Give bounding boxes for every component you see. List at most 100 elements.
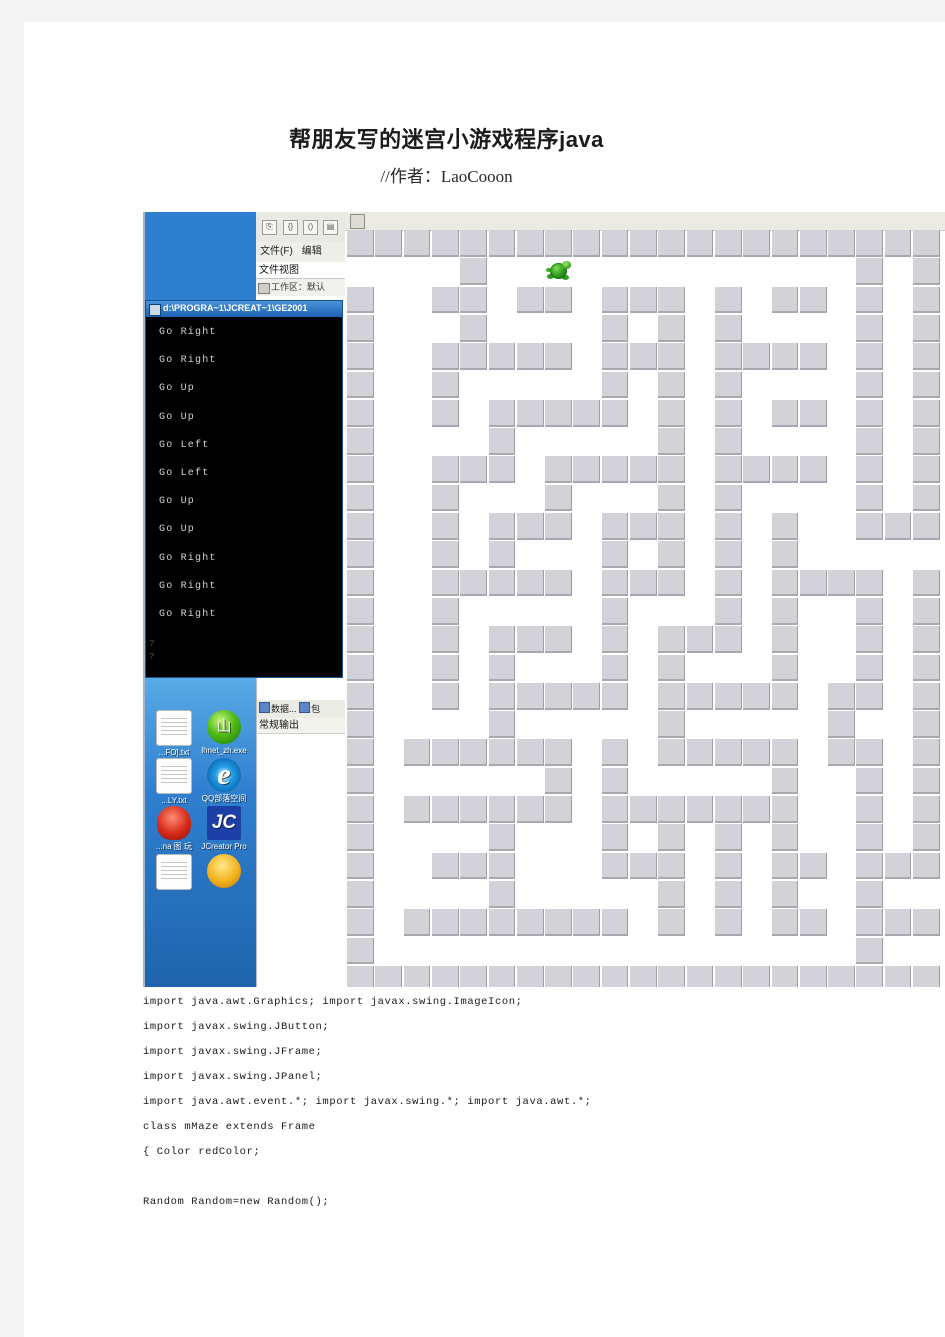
- console-line: Go Right: [159, 552, 217, 564]
- desktop-icon[interactable]: JCreator Pro: [195, 806, 253, 851]
- maze-wall-cell: [545, 909, 572, 936]
- maze-wall-cell: [913, 399, 940, 427]
- maze-wall-cell: [658, 428, 686, 455]
- maze-wall-cell: [686, 682, 714, 710]
- maze-wall-cell: [714, 456, 742, 484]
- maze-wall-cell: [601, 965, 629, 987]
- turtle-sprite[interactable]: [546, 260, 572, 284]
- menu-item-file[interactable]: 文件(F): [260, 246, 293, 257]
- maze-wall-cell: [913, 597, 940, 625]
- maze-wall-cell: [913, 852, 940, 880]
- maze-wall-cell: [799, 965, 827, 987]
- toolbar-button-3[interactable]: (): [303, 220, 318, 235]
- code-line: import javax.swing.JButton;: [143, 1021, 330, 1033]
- maze-wall-cell: [460, 286, 487, 314]
- desktop-icon[interactable]: [195, 854, 253, 890]
- document-icon: [156, 758, 192, 794]
- maze-wall-cell: [347, 852, 374, 880]
- maze-wall-cell: [601, 230, 629, 257]
- maze-wall-cell: [601, 343, 629, 370]
- maze-wall-cell: [545, 456, 572, 484]
- maze-wall-cell: [856, 654, 884, 682]
- maze-wall-cell: [743, 739, 770, 767]
- maze-wall-cell: [488, 682, 516, 710]
- maze-grid[interactable]: [347, 230, 945, 987]
- maze-wall-cell: [460, 258, 487, 286]
- maze-wall-cell: [347, 739, 374, 767]
- maze-wall-cell: [658, 711, 686, 738]
- maze-wall-cell: [431, 626, 459, 653]
- maze-wall-cell: [601, 739, 629, 767]
- jcreator-icon: [207, 806, 241, 840]
- workspace-label[interactable]: 工作区：默认: [256, 279, 345, 296]
- maze-wall-cell: [601, 541, 629, 569]
- maze-wall-cell: [799, 399, 827, 427]
- maze-wall-cell: [403, 796, 431, 823]
- maze-wall-cell: [516, 569, 544, 597]
- maze-wall-cell: [347, 484, 374, 512]
- maze-game-window[interactable]: [345, 212, 945, 987]
- toolbar-button-4[interactable]: ▤: [323, 220, 338, 235]
- maze-wall-cell: [913, 484, 940, 512]
- console-title-bar[interactable]: d:\PROGRA~1\JCREAT~1\GE2001: [145, 300, 343, 317]
- maze-wall-cell: [771, 767, 799, 795]
- general-output-label: 常规输出: [257, 718, 346, 734]
- maze-wall-cell: [856, 626, 884, 653]
- menu-item-edit[interactable]: 编辑: [302, 246, 322, 257]
- maze-wall-cell: [601, 909, 629, 936]
- maze-wall-cell: [516, 626, 544, 653]
- maze-wall-cell: [828, 965, 855, 987]
- red-character-icon: [157, 806, 191, 840]
- maze-wall-cell: [601, 286, 629, 314]
- maze-wall-cell: [545, 682, 572, 710]
- maze-wall-cell: [771, 824, 799, 852]
- maze-wall-cell: [913, 230, 940, 257]
- maze-wall-cell: [884, 513, 912, 540]
- maze-wall-cell: [884, 852, 912, 880]
- maze-wall-cell: [545, 767, 572, 795]
- maze-wall-cell: [347, 824, 374, 852]
- tab-package[interactable]: 包: [311, 704, 320, 714]
- maze-wall-cell: [658, 965, 686, 987]
- maze-wall-cell: [714, 597, 742, 625]
- maze-wall-cell: [658, 314, 686, 342]
- maze-wall-cell: [545, 739, 572, 767]
- code-line: import java.awt.Graphics; import javax.s…: [143, 996, 523, 1008]
- maze-wall-cell: [856, 852, 884, 880]
- maze-wall-cell: [601, 626, 629, 653]
- maze-wall-cell: [488, 739, 516, 767]
- desktop-icon[interactable]: lhnet_zh.exe: [195, 710, 253, 755]
- toolbar-button-2[interactable]: {}: [283, 220, 298, 235]
- maze-wall-cell: [347, 343, 374, 370]
- console-line: Go Left: [159, 468, 210, 479]
- maze-wall-cell: [913, 626, 940, 653]
- maze-wall-cell: [403, 739, 431, 767]
- maze-wall-cell: [347, 965, 374, 987]
- maze-wall-cell: [431, 286, 459, 314]
- system-menu-icon[interactable]: [149, 304, 161, 316]
- desktop-icon[interactable]: QQ部落空间: [195, 758, 253, 803]
- maze-wall-cell: [856, 739, 884, 767]
- maze-wall-cell: [743, 682, 770, 710]
- code-line: class mMaze extends Frame: [143, 1121, 316, 1133]
- maze-toolbar-icon[interactable]: [350, 214, 365, 229]
- maze-wall-cell: [884, 965, 912, 987]
- maze-wall-cell: [714, 569, 742, 597]
- console-line: Go Left: [159, 439, 210, 451]
- maze-wall-cell: [431, 597, 459, 625]
- ide-menubar[interactable]: 文件(F) 编辑: [256, 242, 345, 262]
- maze-wall-cell: [488, 909, 516, 936]
- console-line: Go Up: [159, 496, 196, 508]
- maze-wall-cell: [488, 456, 516, 484]
- maze-wall-cell: [856, 286, 884, 314]
- ide-output-tabs[interactable]: 数据... 包: [257, 700, 346, 718]
- maze-wall-cell: [630, 230, 657, 257]
- tab-data[interactable]: 数据...: [271, 704, 297, 714]
- console-output-window: Go Right Go Right Go Up Go Up Go Left Go Left…: [145, 317, 343, 678]
- toolbar-button-1[interactable]: ⎘: [262, 220, 277, 235]
- maze-wall-cell: [460, 569, 487, 597]
- maze-wall-cell: [884, 909, 912, 936]
- maze-wall-cell: [771, 230, 799, 257]
- maze-wall-cell: [799, 456, 827, 484]
